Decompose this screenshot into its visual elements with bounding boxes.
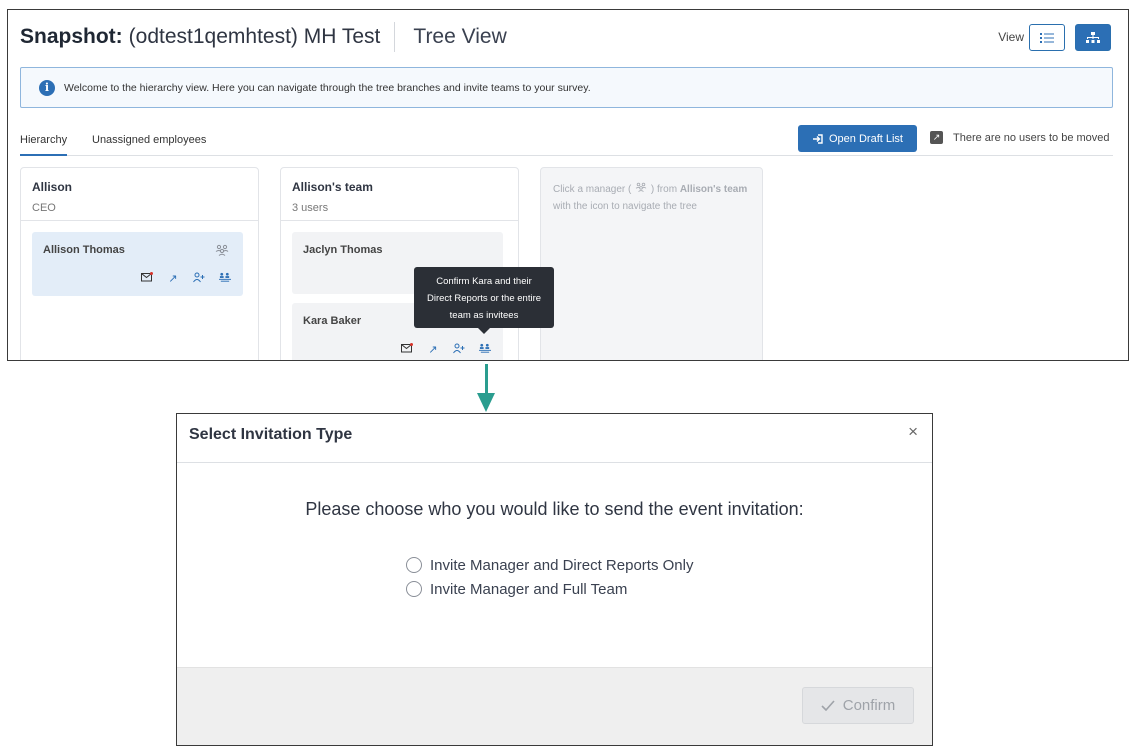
card-actions: ↗ bbox=[401, 343, 491, 356]
invite-team-icon[interactable] bbox=[219, 272, 231, 285]
close-icon[interactable]: × bbox=[908, 422, 918, 442]
sitemap-icon bbox=[1086, 31, 1100, 43]
check-icon bbox=[821, 700, 835, 711]
hint-prefix: Click a manager ( bbox=[553, 184, 632, 195]
option-full-team-label: Invite Manager and Full Team bbox=[430, 580, 628, 598]
tab-unassigned-employees[interactable]: Unassigned employees bbox=[92, 134, 206, 146]
page-title: Tree View bbox=[413, 25, 507, 48]
option-direct-reports[interactable]: Invite Manager and Direct Reports Only bbox=[406, 553, 693, 577]
team-hint-icon bbox=[634, 182, 651, 195]
tab-hierarchy[interactable]: Hierarchy bbox=[20, 134, 68, 156]
open-draft-list-label: Open Draft List bbox=[829, 132, 903, 145]
column-subtitle: 3 users bbox=[292, 202, 329, 214]
open-draft-list-button[interactable]: Open Draft List bbox=[798, 125, 917, 152]
invite-mail-icon[interactable] bbox=[401, 343, 413, 356]
navigation-hint: Click a manager ( ) from Allison's team … bbox=[541, 168, 762, 228]
tooltip-line-2: Direct Reports or the entire bbox=[426, 293, 542, 304]
modal-title: Select Invitation Type bbox=[189, 426, 353, 443]
tree-view-button[interactable] bbox=[1075, 24, 1111, 51]
add-user-icon[interactable] bbox=[453, 343, 465, 356]
list-icon bbox=[1040, 32, 1054, 43]
next-level-placeholder: Click a manager ( ) from Allison's team … bbox=[540, 167, 763, 360]
info-icon: i bbox=[39, 79, 55, 96]
flow-arrow-line bbox=[485, 364, 488, 394]
snapshot-name: (odtest1qemhtest) MH Test bbox=[128, 25, 381, 48]
open-link-icon[interactable]: ↗ bbox=[427, 343, 439, 356]
info-banner-text: Welcome to the hierarchy view. Here you … bbox=[64, 81, 591, 94]
move-status-text: There are no users to be moved bbox=[953, 131, 1110, 144]
hint-team-name: Allison's team bbox=[679, 184, 748, 195]
add-user-icon[interactable] bbox=[193, 272, 205, 285]
radio-full-team[interactable] bbox=[406, 581, 422, 597]
modal-footer: Confirm bbox=[177, 667, 932, 745]
tooltip-line-1: Confirm Kara and their bbox=[436, 276, 532, 287]
employee-name: Jaclyn Thomas bbox=[303, 244, 383, 256]
modal-header: Select Invitation Type bbox=[177, 414, 932, 463]
card-actions: ↗ bbox=[141, 272, 231, 285]
confirm-button[interactable]: Confirm bbox=[802, 687, 914, 724]
invite-team-icon[interactable] bbox=[479, 343, 491, 356]
move-status: ↗ There are no users to be moved bbox=[930, 131, 1110, 144]
option-full-team[interactable]: Invite Manager and Full Team bbox=[406, 577, 693, 601]
page-header: Snapshot: (odtest1qemhtest) MH Test Tree… bbox=[20, 22, 507, 52]
list-view-button[interactable] bbox=[1029, 24, 1065, 51]
invite-team-tooltip: Confirm Kara and their Direct Reports or… bbox=[414, 267, 554, 334]
column-title: Allison bbox=[32, 180, 73, 194]
down-arrow-icon bbox=[477, 393, 495, 412]
header-divider bbox=[394, 22, 396, 52]
snapshot-label: Snapshot: bbox=[20, 25, 123, 48]
tooltip-line-3: team as invitees bbox=[449, 310, 519, 321]
team-navigate-icon[interactable] bbox=[215, 244, 229, 259]
external-link-icon: ↗ bbox=[930, 131, 943, 144]
info-banner: i Welcome to the hierarchy view. Here yo… bbox=[20, 67, 1113, 108]
option-direct-reports-label: Invite Manager and Direct Reports Only bbox=[430, 556, 694, 574]
select-invitation-type-modal: Select Invitation Type × Please choose w… bbox=[176, 413, 933, 746]
confirm-label: Confirm bbox=[842, 697, 896, 714]
column-subtitle: CEO bbox=[32, 202, 56, 214]
employee-card-allison-thomas[interactable]: Allison Thomas ↗ bbox=[32, 232, 243, 296]
invite-mail-icon[interactable] bbox=[141, 272, 153, 285]
invitation-options: Invite Manager and Direct Reports Only I… bbox=[406, 553, 693, 601]
column-header: Allison's team 3 users bbox=[281, 168, 518, 221]
view-label: View bbox=[998, 30, 1024, 44]
radio-direct-reports[interactable] bbox=[406, 557, 422, 573]
hint-mid: ) from bbox=[650, 184, 678, 195]
hint-suffix: with the icon to navigate the tree bbox=[553, 201, 697, 212]
column-header: Allison CEO bbox=[21, 168, 258, 221]
invitation-question: Please choose who you would like to send… bbox=[305, 499, 804, 519]
employee-name: Allison Thomas bbox=[43, 244, 125, 256]
open-link-icon[interactable]: ↗ bbox=[167, 272, 179, 285]
column-title: Allison's team bbox=[292, 180, 373, 194]
sign-in-icon bbox=[813, 133, 823, 144]
tree-view-panel: Snapshot: (odtest1qemhtest) MH Test Tree… bbox=[7, 9, 1129, 361]
hierarchy-column-allison: Allison CEO Allison Thomas ↗ bbox=[20, 167, 259, 360]
